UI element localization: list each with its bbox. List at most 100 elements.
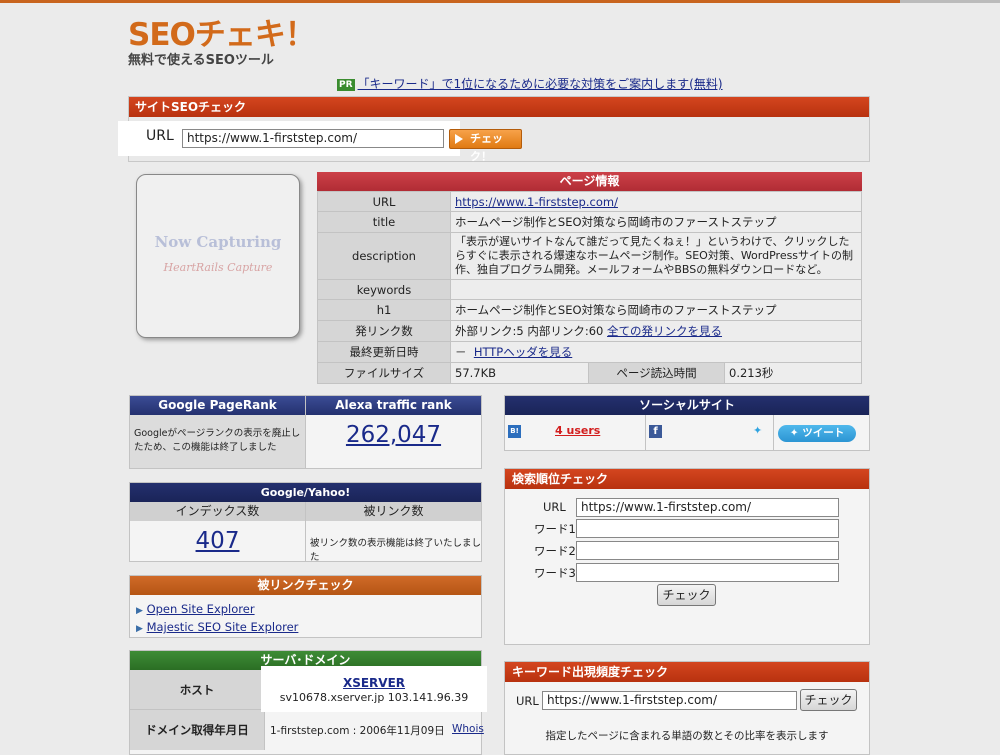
backlink-check-box: 被リンクチェック ▶ Open Site Explorer ▶ Majestic… <box>129 575 482 638</box>
facebook-icon[interactable]: f <box>649 425 662 438</box>
tweet-label: ツイート <box>802 427 845 439</box>
rank-check-header: 検索順位チェック <box>505 469 869 489</box>
updated-value: － HTTPヘッダを見る <box>450 341 862 363</box>
site-url-input[interactable]: https://www.1-firststep.com/ <box>182 129 444 148</box>
backlinks-header: 被リンク数 <box>306 502 481 521</box>
word2-label: ワード2 <box>534 544 576 558</box>
pr-badge: PR <box>337 79 355 91</box>
table-row: h1 ホームページ制作とSEO対策なら岡崎市のファーストステップ <box>317 299 862 321</box>
promo-link[interactable]: 「キーワード」で1位になるために必要な対策をご案内します(無料) <box>358 77 723 91</box>
index-count-link[interactable]: 407 <box>196 528 240 554</box>
page-info-table: URL https://www.1-firststep.com/ title ホ… <box>317 191 862 363</box>
domain-date-label: ドメイン取得年月日 <box>130 710 265 750</box>
alexa-box: Alexa traffic rank 262,047 <box>305 395 482 469</box>
url-label: URL <box>146 128 174 144</box>
description-value: 「表示が遅いサイトなんて誰だって見たくねぇ！」というわけで、クリックしたらすぐに… <box>450 232 862 280</box>
word3-input[interactable] <box>576 563 839 582</box>
keyword-frequency-box: キーワード出現頻度チェック URL https://www.1-firstste… <box>504 661 870 755</box>
index-header: インデックス数 <box>130 502 306 521</box>
tweet-button[interactable]: ✦ ツイート <box>778 425 856 442</box>
table-row: 最終更新日時 － HTTPヘッダを見る <box>317 341 862 363</box>
loadtime-value: 0.213秒 <box>724 362 862 384</box>
outlinks-key: 発リンク数 <box>317 320 451 342</box>
list-item: ▶ Open Site Explorer <box>136 601 481 619</box>
capture-line2: HeartRails Capture <box>163 261 273 274</box>
page-info-size-table: ファイルサイズ 57.7KB ページ読込時間 0.213秒 <box>317 362 862 384</box>
site-check-button[interactable]: チェック！ <box>449 129 522 163</box>
capture-line1: Now Capturing <box>154 233 282 251</box>
kf-check-button[interactable]: チェック <box>800 689 857 711</box>
google-yahoo-box: Google/Yahoo! インデックス数 被リンク数 407 被リンク数の表示… <box>129 482 482 563</box>
site-logo[interactable]: SEOチェキ！ 無料で使えるSEOツール <box>128 17 316 69</box>
whois-link[interactable]: Whois <box>452 723 484 735</box>
word2-input[interactable] <box>576 541 839 560</box>
h1-key: h1 <box>317 299 451 321</box>
h1-value: ホームページ制作とSEO対策なら岡崎市のファーストステップ <box>450 299 862 321</box>
twitter-bird-icon: ✦ <box>753 424 763 437</box>
table-row: description 「表示が遅いサイトなんて誰だって見たくねぇ！」というわけ… <box>317 232 862 280</box>
site-thumbnail: Now Capturing HeartRails Capture <box>136 174 300 338</box>
keywords-key: keywords <box>317 279 451 300</box>
logo-title: SEOチェキ！ <box>128 17 316 53</box>
filesize-key: ファイルサイズ <box>317 362 451 384</box>
pagerank-text: Googleがページランクの表示を廃止したため、この機能は終了しました <box>134 428 301 453</box>
table-row: title ホームページ制作とSEO対策なら岡崎市のファーストステップ <box>317 211 862 233</box>
alexa-rank-link[interactable]: 262,047 <box>346 422 441 448</box>
site-seo-check-header: サイトSEOチェック <box>129 97 869 117</box>
title-value: ホームページ制作とSEO対策なら岡崎市のファーストステップ <box>450 211 862 233</box>
kf-url-input[interactable]: https://www.1-firststep.com/ <box>542 691 797 710</box>
outlinks-count: 外部リンク:5 内部リンク:60 <box>455 324 604 338</box>
loadtime-key: ページ読込時間 <box>588 362 725 384</box>
all-outlinks-link[interactable]: 全ての発リンクを見る <box>607 324 722 338</box>
open-site-explorer-link[interactable]: Open Site Explorer <box>147 602 255 616</box>
arrow-icon: ▶ <box>136 624 143 634</box>
rank-check-button[interactable]: チェック <box>657 584 716 606</box>
social-header: ソーシャルサイト <box>505 396 869 415</box>
majestic-link[interactable]: Majestic SEO Site Explorer <box>147 620 299 634</box>
page-info-header: ページ情報 <box>317 172 862 191</box>
host-label: ホスト <box>130 670 265 710</box>
description-key: description <box>317 232 451 280</box>
host-detail: sv10678.xserver.jp 103.141.96.39 <box>279 691 469 704</box>
alexa-header: Alexa traffic rank <box>306 396 481 415</box>
url-key: URL <box>317 191 451 212</box>
hatena-cell: B! 4 users <box>505 415 646 450</box>
google-yahoo-header: Google/Yahoo! <box>130 483 481 502</box>
domain-date-value: 1-firststep.com : 2006年11月09日 <box>270 725 445 737</box>
hatena-bookmark-icon[interactable]: B! <box>508 425 521 438</box>
play-icon <box>455 134 463 144</box>
rank-url-label: URL <box>543 500 566 514</box>
kf-url-label: URL <box>516 694 539 708</box>
social-box: ソーシャルサイト B! 4 users f ✦ ✦ ツイート <box>504 395 870 451</box>
keyword-frequency-header: キーワード出現頻度チェック <box>505 662 869 682</box>
rank-check-box: 検索順位チェック URL https://www.1-firststep.com… <box>504 468 870 645</box>
table-row: keywords <box>317 279 862 300</box>
rank-url-input[interactable]: https://www.1-firststep.com/ <box>576 498 839 517</box>
outlinks-value: 外部リンク:5 内部リンク:60 全ての発リンクを見る <box>450 320 862 342</box>
updated-dash: － <box>455 345 467 359</box>
table-row: 発リンク数 外部リンク:5 内部リンク:60 全ての発リンクを見る <box>317 320 862 342</box>
filesize-value: 57.7KB <box>450 362 589 384</box>
promo-line: PR 「キーワード」で1位になるために必要な対策をご案内します(無料) <box>337 75 723 92</box>
table-row: ファイルサイズ 57.7KB ページ読込時間 0.213秒 <box>317 362 862 384</box>
word1-label: ワード1 <box>534 522 576 536</box>
word1-input[interactable] <box>576 519 839 538</box>
keywords-value <box>450 279 862 300</box>
pagerank-header: Google PageRank <box>130 396 305 415</box>
updated-key: 最終更新日時 <box>317 341 451 363</box>
title-key: title <box>317 211 451 233</box>
list-item: ▶ Majestic SEO Site Explorer <box>136 619 481 637</box>
host-name-link[interactable]: XSERVER <box>343 676 405 690</box>
backlinks-text: 被リンク数の表示機能は終了いたしました <box>310 538 482 563</box>
pagerank-box: Google PageRank Googleがページランクの表示を廃止したため、… <box>129 395 306 469</box>
http-header-link[interactable]: HTTPヘッダを見る <box>474 345 572 359</box>
page-url-link[interactable]: https://www.1-firststep.com/ <box>455 195 618 209</box>
top-right-tab <box>900 0 1000 3</box>
hatena-users-link[interactable]: 4 users <box>555 424 600 437</box>
kf-note: 指定したページに含まれる単語の数とその比率を表示します <box>545 730 829 742</box>
tweet-bird-icon: ✦ <box>789 427 799 439</box>
page-info-section: ページ情報 URL https://www.1-firststep.com/ t… <box>317 172 862 384</box>
top-accent-bar <box>0 0 1000 3</box>
arrow-icon: ▶ <box>136 606 143 616</box>
url-value: https://www.1-firststep.com/ <box>450 191 862 212</box>
